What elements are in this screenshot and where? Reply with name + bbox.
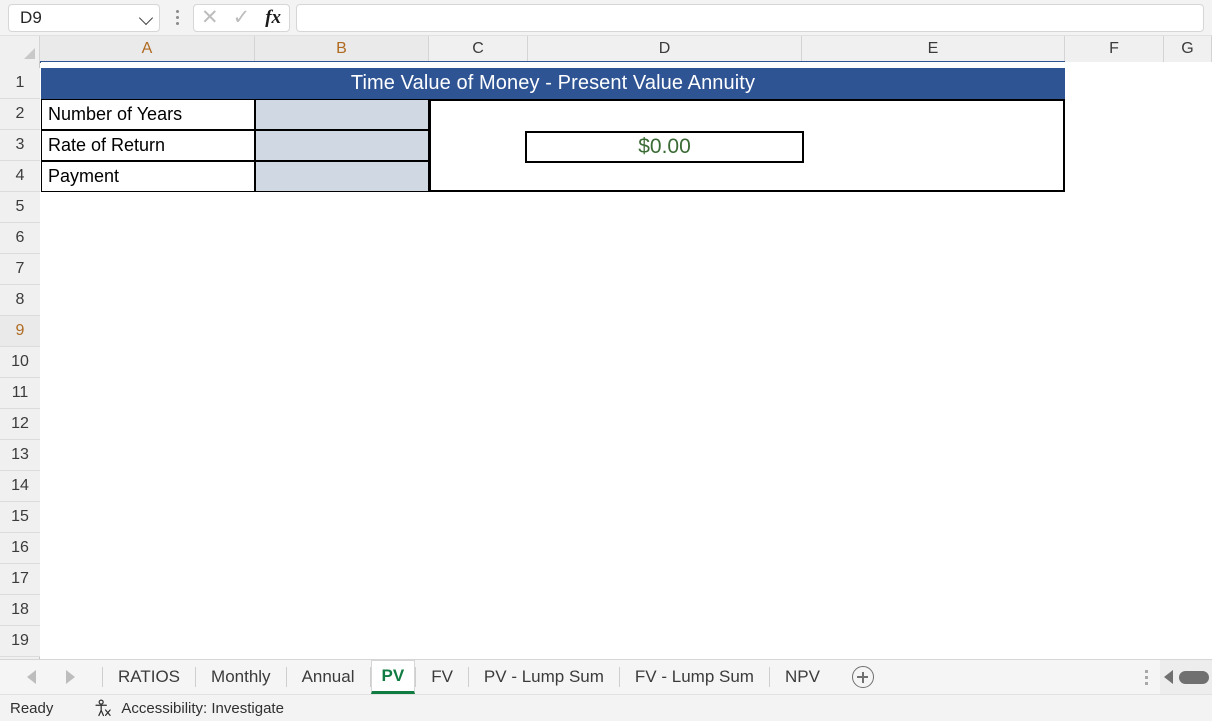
accessibility-icon <box>91 698 113 718</box>
sheet-tab-fv[interactable]: FV <box>416 660 468 694</box>
name-box-value: D9 <box>20 7 42 27</box>
row-header-17[interactable]: 17 <box>0 564 40 595</box>
row-header-10[interactable]: 10 <box>0 347 40 378</box>
formula-action-group: ✕ ✓ fx <box>193 3 290 32</box>
formula-bar: D9 ✕ ✓ fx <box>0 0 1212 36</box>
column-header-e[interactable]: E <box>802 36 1065 62</box>
present-value-result[interactable]: $0.00 <box>525 131 804 163</box>
fx-icon[interactable]: fx <box>260 5 286 31</box>
column-header-b[interactable]: B <box>255 36 429 62</box>
scrollbar-thumb[interactable] <box>1179 670 1209 684</box>
sheet-tab-fv-lump-sum[interactable]: FV - Lump Sum <box>619 660 769 694</box>
status-mode: Ready <box>10 699 54 717</box>
column-header-strip: ABCDEFG <box>0 36 1212 63</box>
horizontal-scrollbar[interactable] <box>1160 660 1212 694</box>
tab-nav-arrows <box>0 660 102 694</box>
cell-b3-input[interactable] <box>255 130 429 161</box>
row-header-6[interactable]: 6 <box>0 223 40 254</box>
column-header-c[interactable]: C <box>429 36 528 62</box>
status-bar: Ready Accessibility: Investigate <box>0 694 1212 721</box>
sheet-tab-bar: RATIOS Monthly Annual PV FV PV - Lump Sum FV -… <box>0 659 1212 694</box>
row-header-8[interactable]: 8 <box>0 285 40 316</box>
triangle-left-icon[interactable] <box>27 670 36 684</box>
row-header-4[interactable]: 4 <box>0 161 40 192</box>
check-icon[interactable]: ✓ <box>228 5 254 31</box>
row-header-1[interactable]: 1 <box>0 68 40 99</box>
row-header-7[interactable]: 7 <box>0 254 40 285</box>
row-header-3[interactable]: 3 <box>0 130 40 161</box>
tab-bar-right <box>1132 660 1212 694</box>
add-sheet-button[interactable] <box>835 660 891 694</box>
sheet-tab-pv-lump-sum[interactable]: PV - Lump Sum <box>468 660 619 694</box>
worksheet-title: Time Value of Money - Present Value Annu… <box>41 68 1065 99</box>
row-header-11[interactable]: 11 <box>0 378 40 409</box>
sheet-tab-annual[interactable]: Annual <box>286 660 370 694</box>
row-header-12[interactable]: 12 <box>0 409 40 440</box>
row-header-18[interactable]: 18 <box>0 595 40 626</box>
close-icon[interactable]: ✕ <box>197 5 223 31</box>
accessibility-status[interactable]: Accessibility: Investigate <box>121 700 284 717</box>
row-header-14[interactable]: 14 <box>0 471 40 502</box>
triangle-right-icon[interactable] <box>66 670 75 684</box>
row-header-strip: 1 2 3 4 5 6 7 8 9 10 11 12 13 14 15 16 17 18 19 <box>0 62 40 659</box>
kebab-menu-icon[interactable] <box>1132 660 1160 694</box>
sheet-tab-ratios[interactable]: RATIOS <box>103 660 196 694</box>
chevron-down-icon[interactable] <box>139 11 153 25</box>
sheet-tab-npv[interactable]: NPV <box>769 660 835 694</box>
column-header-a[interactable]: A <box>40 36 255 62</box>
row-header-13[interactable]: 13 <box>0 440 40 471</box>
row-header-5[interactable]: 5 <box>0 192 40 223</box>
cell-a2-label[interactable]: Number of Years <box>41 99 255 130</box>
row-header-16[interactable]: 16 <box>0 533 40 564</box>
column-header-f[interactable]: F <box>1065 36 1164 62</box>
cell-b2-input[interactable] <box>255 99 429 130</box>
excel-window: D9 ✕ ✓ fx ABCDEFG 1 2 3 4 5 6 7 8 9 10 11 12 13 14 15 1… <box>0 0 1212 721</box>
name-box[interactable]: D9 <box>8 3 160 32</box>
cell-a3-label[interactable]: Rate of Return <box>41 130 255 161</box>
column-header-g[interactable]: G <box>1164 36 1212 62</box>
formula-input[interactable] <box>296 3 1204 32</box>
row-header-9[interactable]: 9 <box>0 316 40 347</box>
sheet-tab-pv[interactable]: PV <box>370 660 416 694</box>
kebab-menu-icon[interactable] <box>168 4 186 32</box>
row-header-15[interactable]: 15 <box>0 502 40 533</box>
worksheet-grid[interactable]: Time Value of Money - Present Value Annu… <box>41 62 1212 659</box>
cell-b4-input[interactable] <box>255 161 429 192</box>
column-header-d[interactable]: D <box>528 36 802 62</box>
scroll-left-icon[interactable] <box>1164 670 1173 684</box>
plus-circle-icon <box>851 666 874 688</box>
row-header-2[interactable]: 2 <box>0 99 40 130</box>
cell-a4-label[interactable]: Payment <box>41 161 255 192</box>
select-all-corner[interactable] <box>0 36 40 62</box>
sheet-tab-monthly[interactable]: Monthly <box>196 660 286 694</box>
row-header-19[interactable]: 19 <box>0 626 40 657</box>
